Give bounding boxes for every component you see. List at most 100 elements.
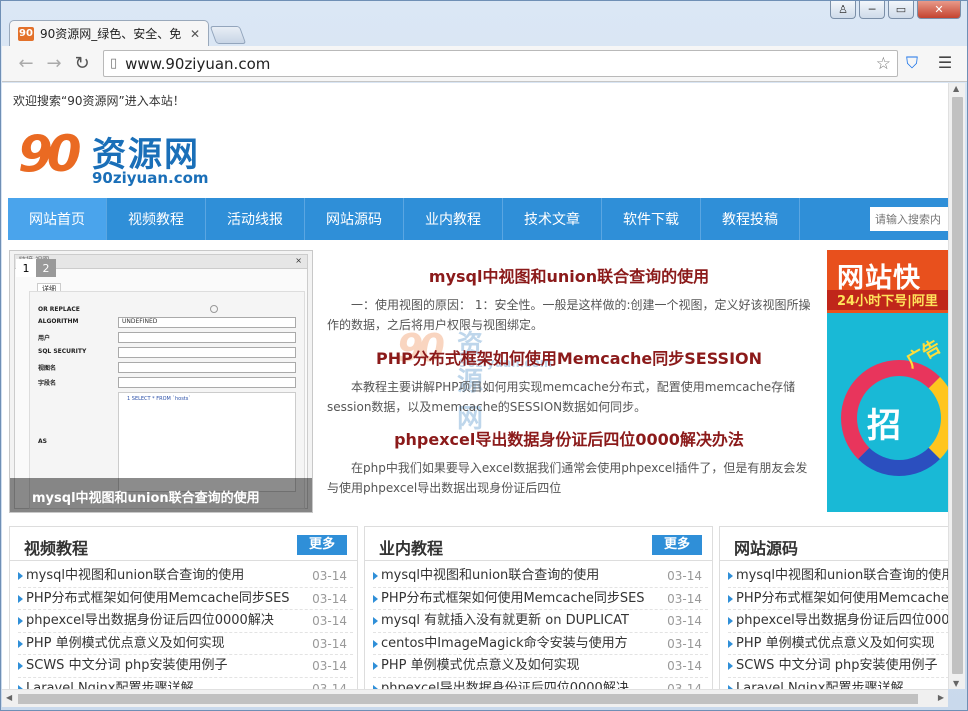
image-slider[interactable]: 链接 视图 × 详细 OR REPLACE ALGORITHM UNDEFINE… xyxy=(9,250,313,513)
section-list: mysql中视图和union联合查询的使用 PHP分布式框架如何使用Memcac… xyxy=(720,561,948,689)
list-item-date: 03-14 xyxy=(308,655,347,677)
list-item[interactable]: PHP分布式框架如何使用Memcache同步SES xyxy=(728,588,948,610)
list-item-link[interactable]: Laravel Nginx配置步骤详解 xyxy=(736,678,903,690)
list-item-link[interactable]: mysql 有就插入没有就更新 on DUPLICAT xyxy=(381,610,629,632)
maximize-button[interactable]: ▭ xyxy=(888,1,914,19)
list-item[interactable]: mysql中视图和union联合查询的使用 03-14 xyxy=(18,565,353,588)
list-item-link[interactable]: PHP分布式框架如何使用Memcache同步SES xyxy=(26,588,290,610)
nav-item-video[interactable]: 视频教程 xyxy=(107,198,206,240)
slide-form: OR REPLACE ALGORITHM UNDEFINED 用户 SQL SE… xyxy=(29,291,305,509)
scroll-right-icon[interactable]: ▶ xyxy=(938,693,944,702)
forward-arrow-icon[interactable]: → xyxy=(40,50,68,78)
list-item-link[interactable]: PHP分布式框架如何使用Memcache同步SES xyxy=(736,588,948,610)
list-item-link[interactable]: phpexcel导出数据身份证后四位0000解决 xyxy=(26,610,274,632)
scroll-down-icon[interactable]: ▼ xyxy=(953,679,959,688)
form-label: 用户 xyxy=(38,335,51,342)
list-item[interactable]: PHP 单例模式优点意义及如何实现 xyxy=(728,633,948,655)
close-window-button[interactable]: ✕ xyxy=(917,1,961,19)
web-page: 欢迎搜索“90资源网”进入本站！ 90 资源网 90ziyuan.com 网站首… xyxy=(2,83,948,689)
scroll-up-icon[interactable]: ▲ xyxy=(953,84,959,93)
logo-number: 90 xyxy=(18,125,82,183)
slide-window-bar: 链接 视图 × xyxy=(15,255,307,269)
list-item-link[interactable]: phpexcel导出数据身份证后四位0000解决 xyxy=(381,678,629,690)
browser-window: ♙ ─ ▭ ✕ 90 90资源网_绿色、安全、免 ✕ ← → ↻ ▯ www.9… xyxy=(0,0,968,711)
url-text[interactable]: www.90ziyuan.com xyxy=(117,55,876,73)
list-item[interactable]: PHP 单例模式优点意义及如何实现 03-14 xyxy=(18,632,353,655)
list-item[interactable]: Laravel Nginx配置步骤详解 xyxy=(728,678,948,690)
nav-item-submit[interactable]: 教程投稿 xyxy=(701,198,800,240)
list-item[interactable]: PHP分布式框架如何使用Memcache同步SES 03-14 xyxy=(18,587,353,610)
bookmark-star-icon[interactable]: ☆ xyxy=(876,54,891,74)
minimize-button[interactable]: ─ xyxy=(859,1,885,19)
reload-icon[interactable]: ↻ xyxy=(68,50,96,78)
nav-item-source[interactable]: 网站源码 xyxy=(305,198,404,240)
user-icon[interactable]: ♙ xyxy=(830,1,856,19)
list-item[interactable]: mysql中视图和union联合查询的使用 03-14 xyxy=(373,565,708,588)
list-item[interactable]: mysql中视图和union联合查询的使用 xyxy=(728,565,948,588)
nav-item-tutorials[interactable]: 业内教程 xyxy=(404,198,503,240)
address-bar[interactable]: ▯ www.90ziyuan.com ☆ xyxy=(103,50,898,77)
list-item-link[interactable]: PHP分布式框架如何使用Memcache同步SES xyxy=(381,588,645,610)
list-item-date: 03-14 xyxy=(308,632,347,655)
horizontal-scrollbar[interactable]: ◀ ▶ xyxy=(2,689,948,707)
ad-subline: 24小时下号|阿里 xyxy=(827,290,948,310)
article-summary: 在php中我们如果要导入excel数据我们通常会使用phpexcel插件了，但是… xyxy=(327,461,808,495)
list-item-link[interactable]: SCWS 中文分词 php安装使用例子 xyxy=(736,655,937,677)
list-item-date: 03-14 xyxy=(308,565,347,587)
ad-big-text: 招 xyxy=(867,406,901,446)
list-item-link[interactable]: mysql中视图和union联合查询的使用 xyxy=(381,565,599,587)
list-item[interactable]: SCWS 中文分词 php安装使用例子 03-14 xyxy=(18,655,353,678)
form-field xyxy=(118,362,296,373)
list-item-link[interactable]: PHP 单例模式优点意义及如何实现 xyxy=(26,633,225,655)
article-title[interactable]: mysql中视图和union联合查询的使用 xyxy=(327,263,811,287)
section-tutorials: 业内教程 更多 mysql中视图和union联合查询的使用 03-14 PHP分布… xyxy=(364,526,713,689)
list-item[interactable]: centos中ImageMagick命令安装与使用方 03-14 xyxy=(373,632,708,655)
section-title: 视频教程 xyxy=(24,539,89,558)
list-item-link[interactable]: PHP 单例模式优点意义及如何实现 xyxy=(736,633,935,655)
new-tab-button[interactable] xyxy=(209,26,247,44)
main-nav: 网站首页 视频教程 活动线报 网站源码 业内教程 技术文章 软件下载 教程投稿 xyxy=(8,198,948,240)
list-item[interactable]: phpexcel导出数据身份证后四位0000解决 xyxy=(728,610,948,633)
vertical-scroll-thumb[interactable] xyxy=(952,97,963,674)
menu-icon[interactable]: ☰ xyxy=(935,53,955,73)
list-item-link[interactable]: mysql中视图和union联合查询的使用 xyxy=(736,565,948,587)
nav-item-events[interactable]: 活动线报 xyxy=(206,198,305,240)
list-item[interactable]: phpexcel导出数据身份证后四位0000解决 03-14 xyxy=(373,677,708,690)
list-item[interactable]: PHP 单例模式优点意义及如何实现 03-14 xyxy=(373,655,708,678)
ad-banner[interactable]: 网站快 24小时下号|阿里 广告 招 xyxy=(827,250,948,512)
more-button[interactable]: 更多 xyxy=(297,535,347,555)
list-item[interactable]: phpexcel导出数据身份证后四位0000解决 03-14 xyxy=(18,610,353,633)
list-item-link[interactable]: centos中ImageMagick命令安装与使用方 xyxy=(381,633,628,655)
list-item-link[interactable]: PHP 单例模式优点意义及如何实现 xyxy=(381,655,580,677)
site-logo[interactable]: 90 资源网 90ziyuan.com xyxy=(16,125,216,187)
browser-tab[interactable]: 90 90资源网_绿色、安全、免 ✕ xyxy=(9,20,209,46)
article-title[interactable]: phpexcel导出数据身份证后四位0000解决办法 xyxy=(327,426,811,450)
list-item-link[interactable]: phpexcel导出数据身份证后四位0000解决 xyxy=(736,610,948,632)
shield-icon[interactable]: ⛉ xyxy=(902,53,922,73)
slider-caption[interactable]: mysql中视图和union联合查询的使用 xyxy=(10,478,312,512)
list-item[interactable]: PHP分布式框架如何使用Memcache同步SES 03-14 xyxy=(373,587,708,610)
list-item[interactable]: mysql 有就插入没有就更新 on DUPLICAT 03-14 xyxy=(373,610,708,633)
slider-pager: 1 2 xyxy=(16,259,56,277)
slider-page-1[interactable]: 1 xyxy=(16,259,36,277)
back-arrow-icon[interactable]: ← xyxy=(12,50,40,78)
slider-page-2[interactable]: 2 xyxy=(36,259,56,277)
nav-item-articles[interactable]: 技术文章 xyxy=(503,198,602,240)
scroll-left-icon[interactable]: ◀ xyxy=(6,693,12,702)
list-item[interactable]: SCWS 中文分词 php安装使用例子 xyxy=(728,655,948,678)
list-item-link[interactable]: Laravel Nginx配置步骤详解 xyxy=(26,678,193,690)
nav-item-home[interactable]: 网站首页 xyxy=(8,198,107,240)
form-select: UNDEFINED xyxy=(118,317,296,328)
list-item[interactable]: Laravel Nginx配置步骤详解 03-14 xyxy=(18,677,353,690)
close-tab-icon[interactable]: ✕ xyxy=(190,27,200,41)
form-label: 视图名 xyxy=(38,365,57,372)
article-title[interactable]: PHP分布式框架如何使用Memcache同步SESSION xyxy=(327,345,811,369)
list-item-link[interactable]: mysql中视图和union联合查询的使用 xyxy=(26,565,244,587)
vertical-scrollbar[interactable]: ▲ ▼ xyxy=(948,83,965,689)
list-item-link[interactable]: SCWS 中文分词 php安装使用例子 xyxy=(26,655,227,677)
nav-item-software[interactable]: 软件下载 xyxy=(602,198,701,240)
more-button[interactable]: 更多 xyxy=(652,535,702,555)
horizontal-scroll-thumb[interactable] xyxy=(18,694,918,704)
form-label: 字段名 xyxy=(38,380,57,387)
search-input[interactable] xyxy=(870,207,948,231)
